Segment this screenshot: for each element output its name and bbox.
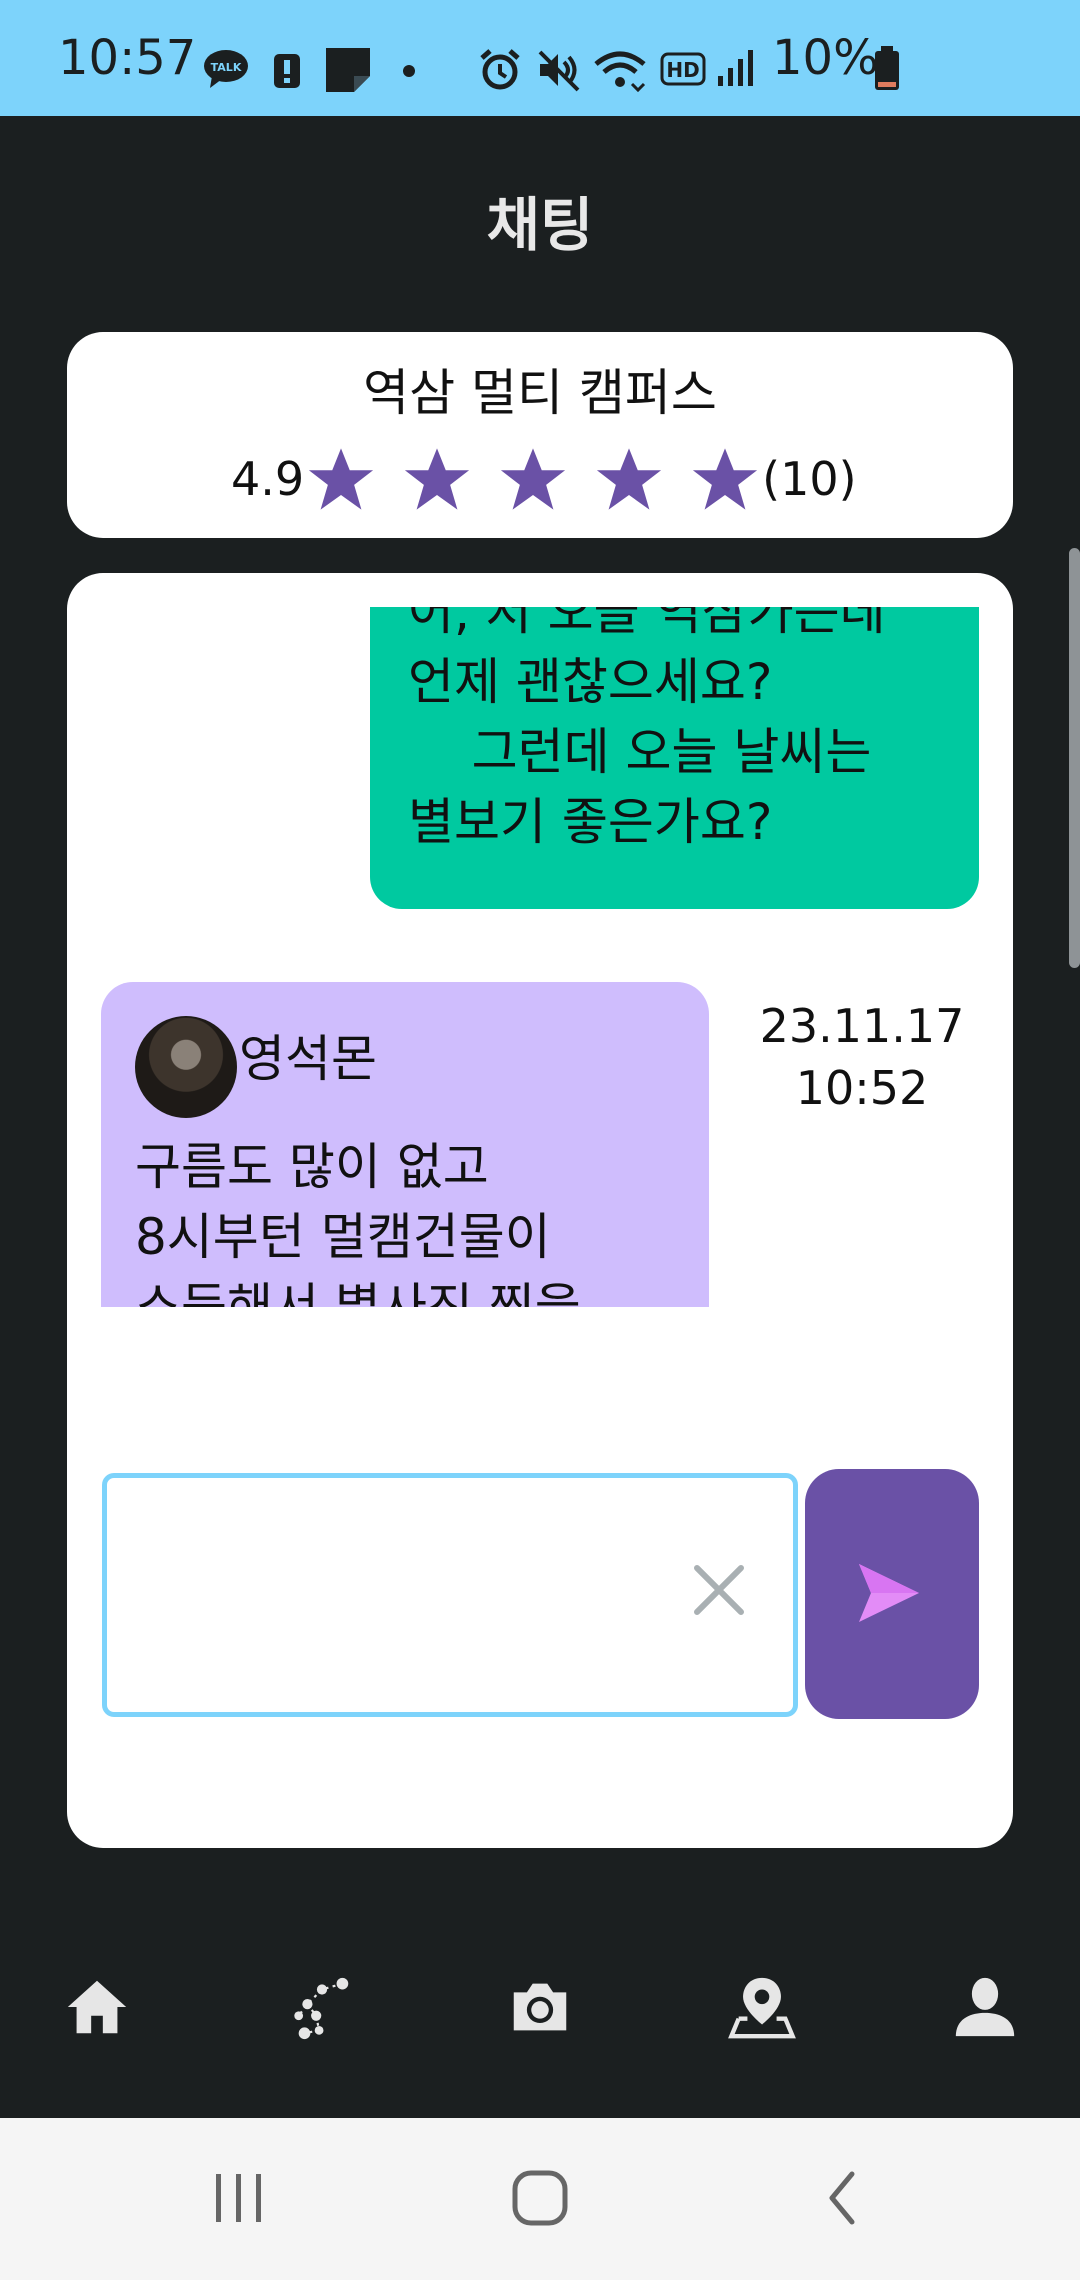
send-icon	[859, 1564, 919, 1622]
status-bar: 10:57 TALK HD 10%	[0, 0, 1080, 116]
message-timestamp: 23.11.17 10:52	[727, 995, 997, 1119]
message-input-box[interactable]	[102, 1473, 798, 1717]
timestamp-date: 23.11.17	[759, 999, 965, 1053]
alarm-icon	[480, 49, 520, 90]
status-time: 10:57	[58, 30, 197, 86]
alert-icon	[274, 54, 300, 88]
battery-percent: 10%	[772, 30, 879, 86]
kakaotalk-icon: TALK	[204, 50, 248, 88]
message-text: 어, 저 오늘 역삼가는데 언제 괜찮으세요? 그런데 오늘 날씨는 별보기 좋…	[408, 607, 886, 851]
message-list[interactable]: 어, 저 오늘 역삼가는데 언제 괜찮으세요? 그런데 오늘 날씨는 별보기 좋…	[67, 607, 1013, 1848]
camera-icon[interactable]	[505, 1972, 575, 2042]
clear-icon[interactable]	[687, 1558, 751, 1622]
avatar[interactable]	[135, 1016, 237, 1118]
chat-panel: 어, 저 오늘 역삼가는데 언제 괜찮으세요? 그런데 오늘 날씨는 별보기 좋…	[67, 573, 1013, 1848]
message-text: 구름도 많이 없고 8시부턴 멀캠건물이 소등해서 별사진 찍을	[135, 1138, 581, 1307]
received-message-bubble[interactable]: 영석몬 구름도 많이 없고 8시부턴 멀캠건물이 소등해서 별사진 찍을	[101, 982, 709, 1307]
rating-value: 4.9	[231, 452, 305, 506]
send-button[interactable]	[805, 1469, 979, 1719]
profile-icon[interactable]	[950, 1972, 1020, 2042]
sender-name: 영석몬	[239, 1030, 377, 1088]
signal-icon	[718, 50, 753, 86]
message-input[interactable]	[131, 1538, 675, 1650]
svg-text:TALK: TALK	[211, 61, 242, 74]
wifi-icon	[594, 51, 646, 92]
home-icon[interactable]	[62, 1972, 132, 2042]
hd-icon: HD	[660, 52, 706, 86]
star-icon	[405, 448, 470, 510]
mute-icon	[538, 50, 580, 92]
my-message-bubble[interactable]: 어, 저 오늘 역삼가는데 언제 괜찮으세요? 그런데 오늘 날씨는 별보기 좋…	[370, 607, 979, 909]
star-icon	[309, 448, 374, 510]
dot-icon	[403, 65, 415, 77]
back-icon[interactable]	[822, 2168, 862, 2228]
rating-row: 4.9 (10)	[231, 444, 857, 514]
constellation-icon[interactable]	[287, 1972, 357, 2042]
map-pin-icon[interactable]	[727, 1972, 797, 2042]
timestamp-time: 10:52	[795, 1061, 929, 1115]
bottom-nav	[0, 1940, 1080, 2120]
system-navigation-bar	[0, 2118, 1080, 2280]
star-icon	[597, 448, 662, 510]
scrollbar[interactable]	[1069, 548, 1080, 968]
review-count: (10)	[762, 452, 857, 506]
battery-icon	[875, 46, 899, 90]
place-name: 역삼 멀티 캠퍼스	[363, 364, 717, 422]
note-icon	[326, 48, 370, 92]
star-icon	[693, 448, 758, 510]
page-title: 채팅	[486, 191, 594, 259]
recent-apps-icon[interactable]	[210, 2168, 266, 2228]
svg-text:HD: HD	[666, 58, 699, 82]
star-icon	[501, 448, 566, 510]
place-card[interactable]: 역삼 멀티 캠퍼스 4.9 (10)	[67, 332, 1013, 538]
home-button-icon[interactable]	[510, 2168, 570, 2228]
